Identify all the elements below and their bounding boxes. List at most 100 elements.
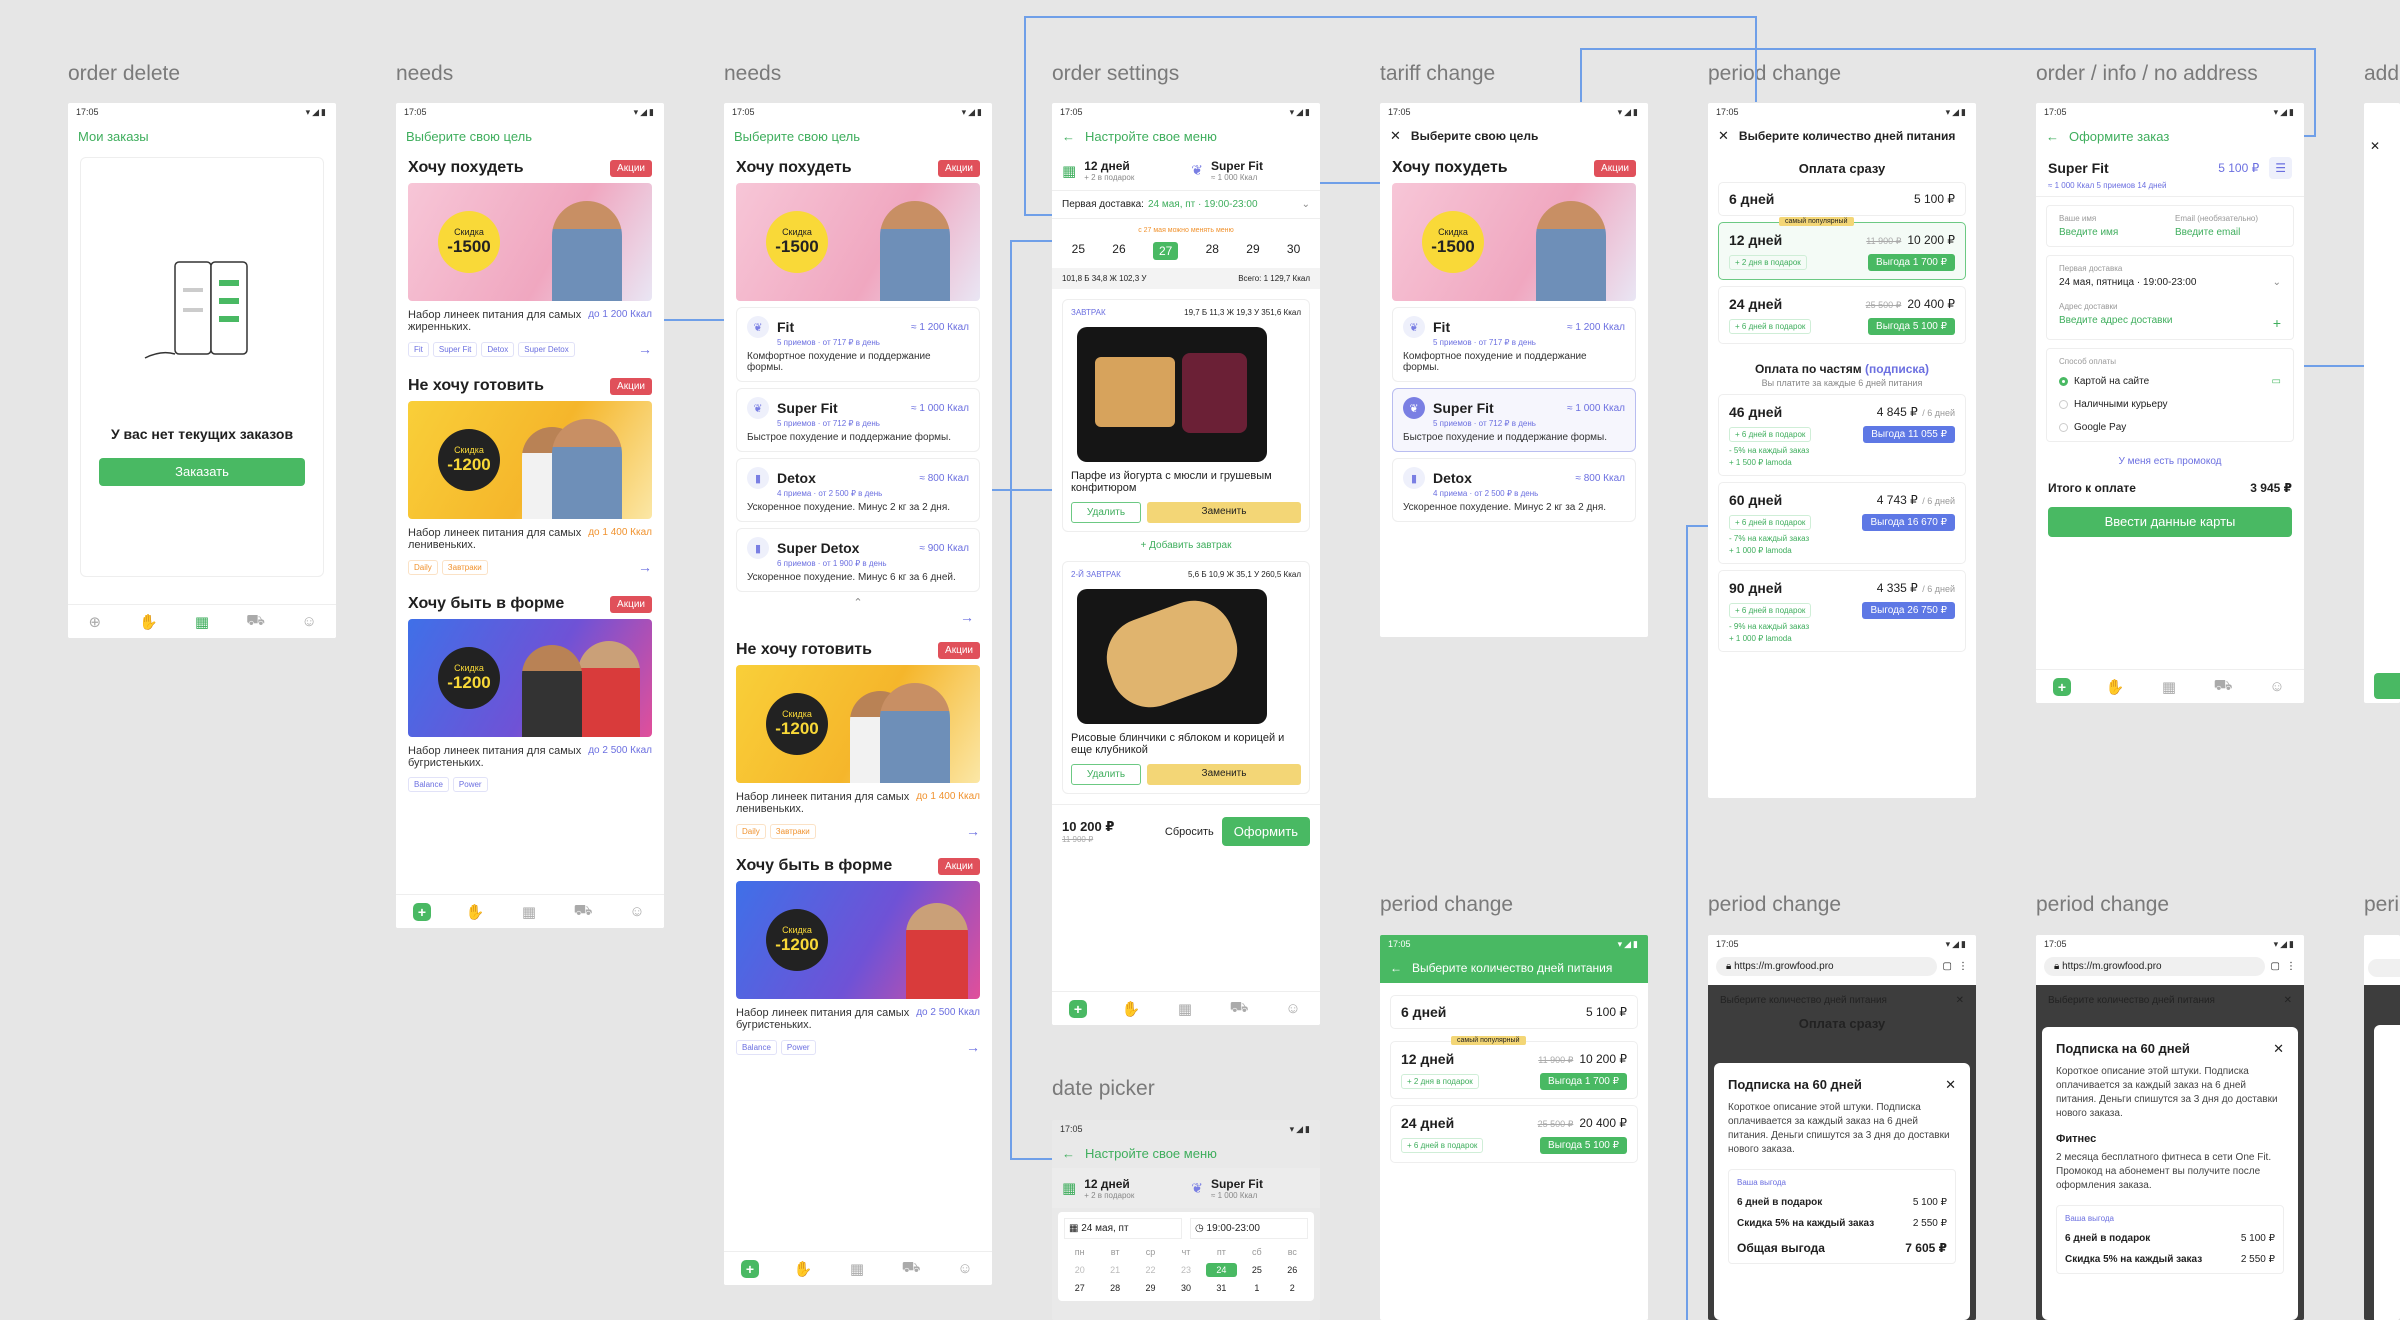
calendar-day[interactable]: 25	[1241, 1263, 1272, 1277]
name-field[interactable]: Ваше имя Введите имя	[2059, 214, 2165, 238]
promo-badge[interactable]: Акции	[938, 857, 980, 875]
close-icon[interactable]: ✕	[1956, 995, 1964, 1006]
calendar-day[interactable]: 21	[1099, 1263, 1130, 1277]
delivery-tab-icon[interactable]: ⛟	[1229, 999, 1249, 1019]
close-icon[interactable]: ✕	[2364, 121, 2400, 153]
period-option[interactable]: 24 дней 25 500 ₽ 20 400 ₽ + 6 дней в подаро…	[1718, 286, 1966, 344]
plan-selector[interactable]: Super Fit ≈ 1 000 Ккал	[1211, 159, 1310, 182]
promo-banner[interactable]: Скидка -1500	[736, 183, 980, 301]
thumb-tab-icon[interactable]: ✋	[138, 612, 158, 632]
chip[interactable]: Detox	[481, 341, 515, 357]
payment-option-gpay[interactable]: Google Pay	[2059, 422, 2281, 433]
add-tab-icon[interactable]: +	[741, 1259, 759, 1278]
add-tab-icon[interactable]: +	[1069, 999, 1087, 1018]
meal-photo[interactable]	[1077, 327, 1267, 462]
first-delivery-select[interactable]: 24 мая, пятница · 19:00-23:00 ⌄	[2059, 277, 2281, 288]
remove-button[interactable]: Удалить	[1071, 502, 1141, 523]
promo-code-link[interactable]: У меня есть промокод	[2036, 456, 2304, 467]
promo-banner[interactable]: Скидка -1200	[736, 881, 980, 999]
period-option[interactable]: 6 дней 5 100 ₽	[1718, 182, 1966, 216]
thumb-tab-icon[interactable]: ✋	[1121, 999, 1141, 1019]
email-input[interactable]: Введите email	[2175, 227, 2281, 238]
radio-selected[interactable]	[2059, 377, 2068, 386]
reset-button[interactable]: Сбросить	[1165, 826, 1214, 838]
days-selector[interactable]: 12 дней + 2 в подарок	[1084, 159, 1183, 182]
replace-button[interactable]: Заменить	[1147, 502, 1301, 523]
date-item[interactable]: 28	[1206, 242, 1219, 260]
profile-tab-icon[interactable]: ☺	[955, 1259, 975, 1279]
enter-card-button[interactable]: Ввести данные карты	[2048, 507, 2292, 537]
profile-tab-icon[interactable]: ☺	[299, 612, 319, 632]
settings-sliders-icon[interactable]: ☰	[2269, 157, 2292, 179]
chip[interactable]: Balance	[736, 1039, 777, 1055]
close-icon[interactable]: ✕	[1945, 1077, 1956, 1093]
period-option[interactable]: 24 дней 25 500 ₽ 20 400 ₽ + 6 дней в подаро…	[1390, 1105, 1638, 1163]
arrow-right-icon[interactable]: →	[638, 559, 652, 575]
meal-photo[interactable]	[1077, 589, 1267, 724]
chip[interactable]: Daily	[736, 823, 766, 839]
promo-banner[interactable]: Скидка -1500	[408, 183, 652, 301]
add-tab-icon[interactable]: ⊕	[85, 612, 105, 632]
thumb-tab-icon[interactable]: ✋	[793, 1259, 813, 1279]
date-item[interactable]: 29	[1246, 242, 1259, 260]
promo-badge[interactable]: Акции	[610, 595, 652, 613]
chip[interactable]: Завтраки	[769, 823, 816, 839]
chip[interactable]: Balance	[408, 777, 449, 792]
period-option[interactable]: самый популярный 12 дней 11 900 ₽ 10 200 ₽ +…	[1390, 1036, 1638, 1099]
calendar-day[interactable]: 23	[1170, 1263, 1201, 1277]
profile-tab-icon[interactable]: ☺	[1283, 999, 1303, 1019]
more-icon[interactable]: ⋮	[1958, 961, 1968, 972]
arrow-right-icon[interactable]: →	[966, 1039, 980, 1055]
date-item[interactable]: 25	[1072, 242, 1085, 260]
replace-button[interactable]: Заменить	[1147, 764, 1301, 785]
chip[interactable]: Super Fit	[432, 341, 478, 357]
close-icon[interactable]: ✕	[2284, 995, 2292, 1006]
calendar-day[interactable]: 28	[1099, 1281, 1130, 1295]
calendar-day[interactable]: 31	[1206, 1281, 1237, 1295]
promo-badge[interactable]: Акции	[1594, 159, 1636, 177]
remove-button[interactable]: Удалить	[1071, 764, 1141, 785]
order-button[interactable]: Заказать	[99, 458, 305, 486]
promo-banner[interactable]: Скидка -1500	[1392, 183, 1636, 301]
close-icon[interactable]: ✕	[1390, 128, 1401, 144]
arrow-right-icon[interactable]: →	[638, 341, 652, 357]
tabs-icon[interactable]: ▢	[2271, 961, 2280, 972]
arrow-right-icon[interactable]: →	[966, 823, 980, 839]
period-option[interactable]: 60 дней 4 743 ₽ / 6 дней + 6 дней в подаро…	[1718, 482, 1966, 564]
subscription-link[interactable]: (подписка)	[1865, 362, 1929, 376]
period-option-selected[interactable]: самый популярный 12 дней 11 900 ₽ 10 200 ₽ +…	[1718, 217, 1966, 280]
url-field[interactable]: 🔒︎ https://m.growfood.pro	[1716, 957, 1937, 976]
checkout-button[interactable]: Оформить	[1221, 817, 1310, 846]
calendar-day[interactable]: 27	[1064, 1281, 1095, 1295]
date-item[interactable]: 30	[1287, 242, 1300, 260]
time-select[interactable]: ◷ 19:00-23:00	[1190, 1218, 1308, 1239]
promo-badge[interactable]: Акции	[610, 159, 652, 177]
chip[interactable]: Fit	[408, 341, 429, 357]
more-icon[interactable]: ⋮	[2286, 961, 2296, 972]
back-arrow-icon[interactable]: ←	[1062, 129, 1075, 144]
chip[interactable]: Завтраки	[441, 559, 488, 575]
plan-selector[interactable]: Super Fit ≈ 1 000 Ккал	[1211, 1177, 1310, 1200]
delivery-tab-icon[interactable]: ⛟	[2213, 677, 2233, 697]
add-tab-icon[interactable]: +	[2053, 677, 2071, 696]
period-option[interactable]: 6 дней 5 100 ₽	[1390, 995, 1638, 1029]
close-icon[interactable]: ✕	[1718, 128, 1729, 144]
calendar-day[interactable]: 2	[1277, 1281, 1308, 1295]
calendar-day[interactable]: 30	[1170, 1281, 1201, 1295]
date-item[interactable]: 26	[1112, 242, 1125, 260]
back-arrow-icon[interactable]: ←	[1062, 1146, 1075, 1161]
days-selector[interactable]: 12 дней + 2 в подарок	[1084, 1177, 1183, 1200]
promo-banner[interactable]: Скидка -1200	[408, 619, 652, 737]
promo-badge[interactable]: Акции	[938, 159, 980, 177]
delivery-tab-icon[interactable]: ⛟	[901, 1259, 921, 1279]
radio[interactable]	[2059, 423, 2068, 432]
plan-card-fit[interactable]: ❦ Fit ≈ 1 200 Ккал 5 приемов · от 717 ₽ в д…	[736, 307, 980, 382]
delivery-tab-icon[interactable]: ⛟	[246, 612, 266, 632]
chip[interactable]: Power	[452, 777, 488, 792]
email-field[interactable]: Email (необязательно) Введите email	[2175, 214, 2281, 238]
payment-option-cash[interactable]: Наличными курьеру	[2059, 399, 2281, 410]
plan-card-super-fit-selected[interactable]: ❦ Super Fit ≈ 1 000 Ккал 5 приемов · от 712…	[1392, 388, 1636, 452]
address-field[interactable]: Введите адрес доставки +	[2059, 315, 2281, 331]
plan-card-super-detox[interactable]: ▮ Super Detox ≈ 900 Ккал 6 приемов · от 1 9…	[736, 528, 980, 592]
calendar-day[interactable]: 20	[1064, 1263, 1095, 1277]
